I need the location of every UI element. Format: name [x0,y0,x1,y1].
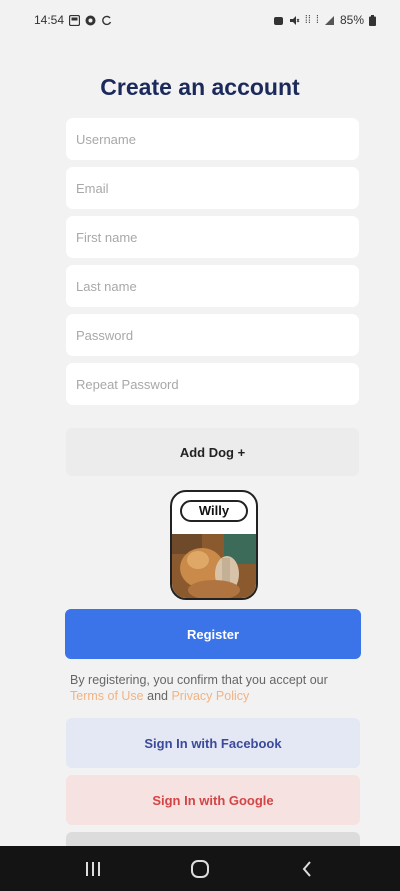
network-4g-icon: ⁞ [315,14,319,26]
back-button[interactable] [277,849,337,889]
terms-text: By registering, you confirm that you acc… [70,672,365,704]
register-button[interactable]: Register [65,609,361,659]
signal-icon [324,15,334,25]
status-time: 14:54 [34,13,65,27]
next-button-peek[interactable] [66,832,360,846]
facebook-sign-in-button[interactable]: Sign In with Facebook [66,718,360,768]
last-name-input[interactable] [66,265,359,307]
status-right: ⁞⁞ ⁞ 85% [273,13,376,27]
system-nav-bar [0,846,400,891]
dog-name-badge: Willy [180,500,248,522]
page-title: Create an account [100,74,300,100]
terms-prefix: By registering, you confirm that you acc… [70,673,328,687]
back-icon [302,860,311,877]
app-notification-icon [85,15,96,25]
battery-percent: 85% [339,13,364,27]
email-input[interactable] [66,167,359,209]
username-input[interactable] [66,118,359,160]
home-button[interactable] [170,849,230,889]
mute-icon [289,15,300,25]
first-name-input[interactable] [66,216,359,258]
terms-of-use-link[interactable]: Terms of Use [70,689,144,703]
volte-icon: ⁞⁞ [304,14,311,26]
dog-card[interactable]: Willy [170,490,258,600]
dog-photo [172,534,256,598]
recent-apps-button[interactable] [63,849,123,889]
privacy-policy-link[interactable]: Privacy Policy [171,689,249,703]
google-sign-in-button[interactable]: Sign In with Google [66,775,360,825]
alarm-icon [273,16,283,25]
password-input[interactable] [66,314,359,356]
terms-middle: and [143,689,172,703]
add-dog-button[interactable]: Add Dog + [66,428,359,476]
status-bar: 14:54 ⁞⁞ ⁞ 85% [0,0,400,40]
recent-apps-icon [86,861,101,876]
sync-notification-icon [102,15,112,25]
status-left: 14:54 [34,13,112,27]
gallery-notification-icon [69,14,81,26]
repeat-password-input[interactable] [66,363,359,405]
home-icon [190,859,209,878]
battery-icon [369,14,376,26]
